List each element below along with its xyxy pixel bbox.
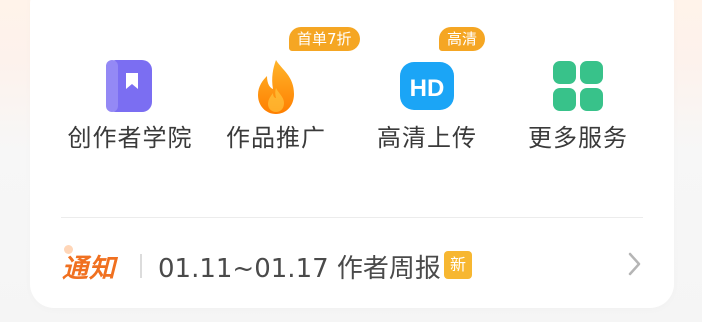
grid-icon — [550, 58, 606, 114]
chevron-right-icon[interactable] — [620, 248, 648, 280]
service-label: 作品推广 — [226, 124, 326, 152]
service-promotion[interactable]: 首单7折 作品推广 — [201, 27, 360, 168]
service-label: 创作者学院 — [67, 124, 193, 152]
divider — [61, 217, 643, 218]
service-grid: 创作者学院 首单7折 作品推广 HD 高清 高清上传 更多服务 — [30, 27, 674, 168]
service-label: 高清上传 — [377, 124, 477, 152]
discount-badge: 首单7折 — [289, 27, 360, 51]
service-creator-academy[interactable]: 创作者学院 — [55, 38, 205, 168]
hd-badge: 高清 — [439, 27, 486, 51]
notice-separator — [140, 254, 142, 278]
svg-text:HD: HD — [410, 75, 445, 102]
notice-bar[interactable]: 通知 01.11~01.17 作者周报 新 — [30, 238, 674, 290]
flame-icon — [248, 58, 304, 114]
service-label: 更多服务 — [528, 124, 628, 152]
book-bookmark-icon — [102, 58, 158, 114]
notice-tag: 通知 — [62, 254, 117, 284]
service-more[interactable]: 更多服务 — [503, 38, 653, 168]
new-badge: 新 — [444, 251, 472, 279]
service-hd-upload[interactable]: HD 高清 高清上传 — [352, 27, 502, 168]
services-card: 创作者学院 首单7折 作品推广 HD 高清 高清上传 更多服务 通知 01.11… — [30, 0, 674, 308]
notice-text[interactable]: 01.11~01.17 作者周报 — [158, 248, 441, 285]
hd-icon: HD — [399, 58, 455, 114]
